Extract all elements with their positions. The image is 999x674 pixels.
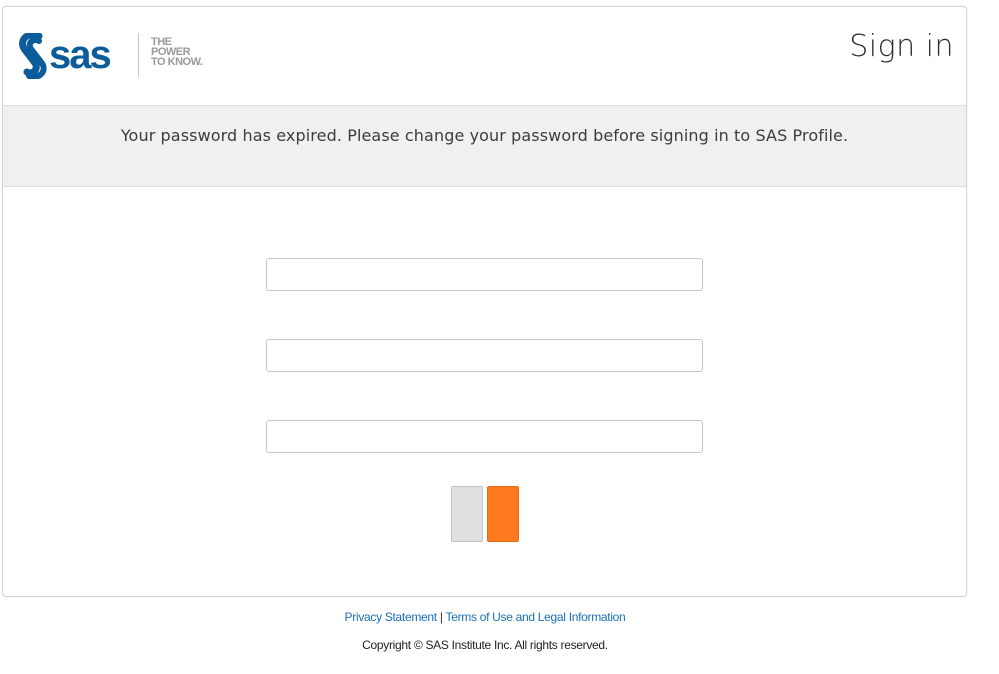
copyright-text: Copyright © SAS Institute Inc. All right… <box>362 638 608 652</box>
logo-tagline: THE POWER TO KNOW. <box>151 37 203 68</box>
terms-of-use-link[interactable]: Terms of Use and Legal Information <box>446 610 626 624</box>
tagline-line: TO KNOW. <box>151 56 203 68</box>
sign-in-card: sas THE POWER TO KNOW. Sign in Your pass… <box>2 6 967 597</box>
current-password-field[interactable] <box>266 258 703 291</box>
footer-separator: | <box>439 610 443 624</box>
sas-logo: sas THE POWER TO KNOW. <box>17 33 227 83</box>
confirm-password-field[interactable] <box>266 420 703 453</box>
privacy-statement-link[interactable]: Privacy Statement <box>345 610 438 624</box>
submit-button[interactable] <box>487 486 519 542</box>
new-password-field[interactable] <box>266 339 703 372</box>
footer-links: Privacy Statement | Terms of Use and Leg… <box>0 610 970 624</box>
notice-message: Your password has expired. Please change… <box>120 126 849 145</box>
cancel-button[interactable] <box>451 486 483 542</box>
sas-logo-icon <box>19 33 47 79</box>
sas-wordmark: sas <box>49 33 112 77</box>
logo-divider <box>138 33 139 77</box>
page-title: Sign in <box>849 29 954 64</box>
password-expired-notice: Your password has expired. Please change… <box>3 106 966 187</box>
header: sas THE POWER TO KNOW. Sign in <box>3 7 966 106</box>
